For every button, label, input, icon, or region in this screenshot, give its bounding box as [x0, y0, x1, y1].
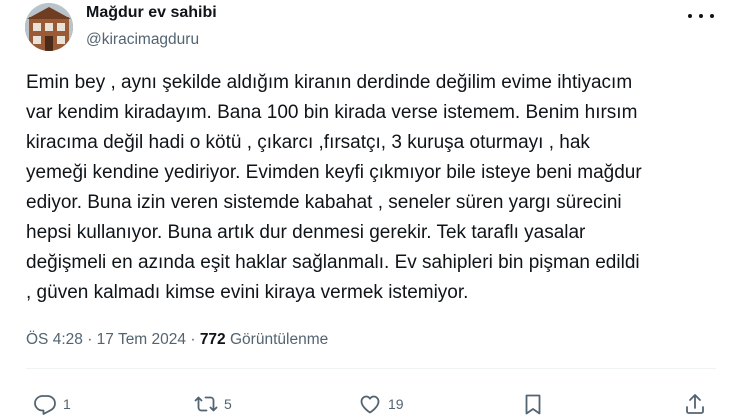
divider — [26, 368, 716, 369]
house-photo-icon — [25, 3, 73, 51]
heart-icon — [360, 395, 380, 414]
views-count: 772 — [199, 331, 226, 348]
more-dot-icon — [710, 14, 714, 18]
bookmark-icon — [525, 394, 541, 415]
more-dot-icon — [699, 14, 703, 18]
tweet-time[interactable]: ÖS 4:28 — [26, 331, 83, 348]
tweet-meta: ÖS 4:28 · 17 Tem 2024 · 772 Görüntülenme — [26, 331, 328, 349]
retweet-button[interactable]: 5 — [194, 392, 232, 416]
author-name[interactable]: Mağdur ev sahibi — [86, 4, 217, 22]
share-button[interactable] — [683, 392, 707, 416]
retweet-icon — [194, 396, 218, 412]
reply-icon — [34, 395, 56, 415]
tweet-text: Emin bey , aynı şekilde aldığım kiranın … — [26, 72, 642, 303]
views-label: Görüntülenme — [230, 331, 329, 348]
bookmark-button[interactable] — [521, 392, 545, 416]
meta-separator: · — [87, 331, 93, 348]
reply-count: 1 — [63, 396, 71, 412]
reply-button[interactable]: 1 — [33, 392, 71, 416]
avatar[interactable] — [25, 3, 73, 51]
more-options-button[interactable] — [688, 8, 714, 24]
tweet-date[interactable]: 17 Tem 2024 — [97, 331, 186, 348]
tweet-card: Mağdur ev sahibi @kiracimagduru Emin bey… — [0, 0, 730, 420]
share-icon — [686, 394, 704, 414]
more-dot-icon — [688, 14, 692, 18]
author-handle[interactable]: @kiracimagduru — [86, 31, 199, 49]
meta-separator: · — [190, 331, 196, 348]
retweet-count: 5 — [224, 396, 232, 412]
like-button[interactable]: 19 — [358, 392, 404, 416]
like-count: 19 — [388, 396, 404, 412]
